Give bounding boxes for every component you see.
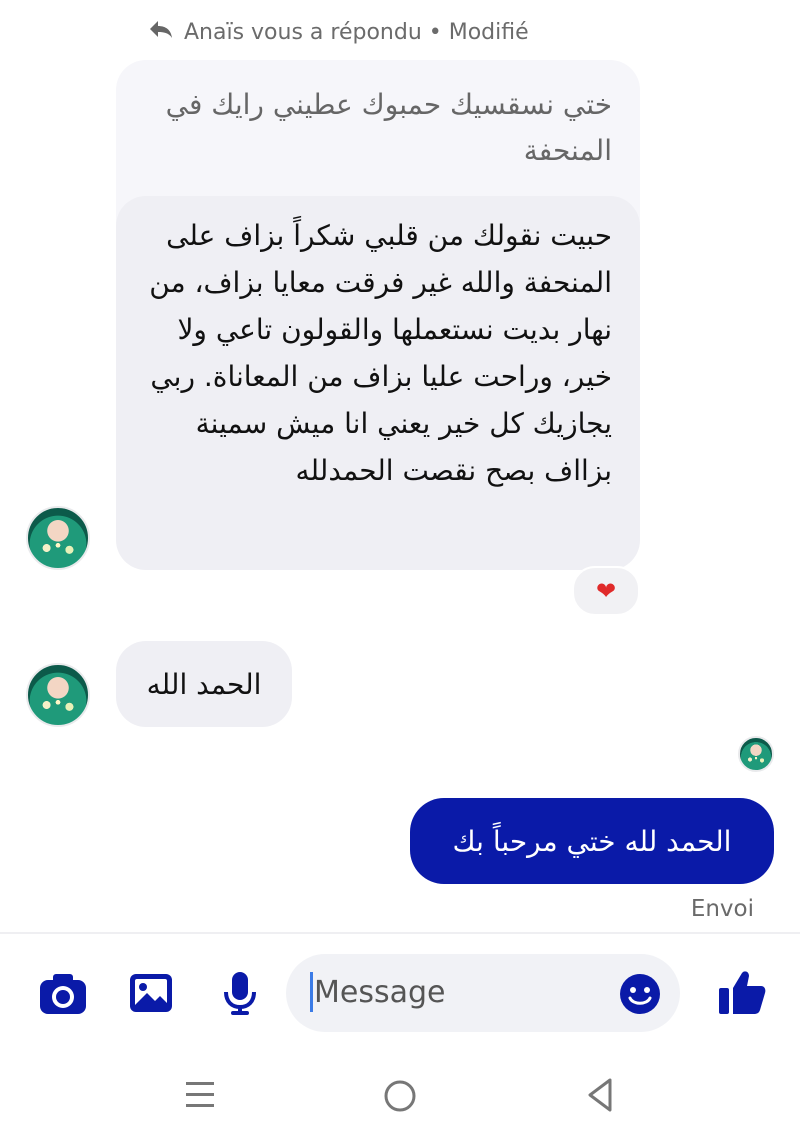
composer-divider <box>0 932 800 934</box>
message-status: Envoi <box>690 896 754 922</box>
home-icon[interactable] <box>382 1078 418 1114</box>
incoming-message[interactable]: الحمد الله <box>116 641 292 727</box>
microphone-icon[interactable] <box>220 970 260 1016</box>
outgoing-message-text: الحمد لله ختي مرحباً بك <box>452 824 732 858</box>
reply-header-text: Anaïs vous a répondu • Modifié <box>184 19 529 45</box>
message-placeholder: Message <box>314 975 446 1010</box>
incoming-message-text: الحمد الله <box>146 667 262 701</box>
incoming-message[interactable]: حبيت نقولك من قلبي شكراً بزاف على المنحف… <box>116 196 640 570</box>
seen-avatar <box>738 736 774 772</box>
incoming-message-text: حبيت نقولك من قلبي شكراً بزاف على المنحف… <box>149 219 612 487</box>
emoji-icon[interactable] <box>618 972 662 1016</box>
thumbs-up-icon[interactable] <box>716 968 768 1016</box>
contact-avatar[interactable] <box>26 663 90 727</box>
reply-header: Anaïs vous a répondu • Modifié <box>148 16 529 48</box>
contact-avatar[interactable] <box>26 506 90 570</box>
outgoing-message[interactable]: الحمد لله ختي مرحباً بك <box>410 798 774 884</box>
text-caret <box>310 972 313 1012</box>
heart-reaction-icon[interactable]: ❤ <box>572 566 640 616</box>
recent-apps-icon[interactable] <box>184 1078 216 1112</box>
image-icon[interactable] <box>128 972 174 1014</box>
quoted-message-text: ختي نسقسيك حمبوك عطيني رايك في المنحفة <box>165 88 612 167</box>
reply-arrow-icon <box>148 18 174 46</box>
back-icon[interactable] <box>584 1076 616 1114</box>
camera-icon[interactable] <box>38 972 88 1016</box>
